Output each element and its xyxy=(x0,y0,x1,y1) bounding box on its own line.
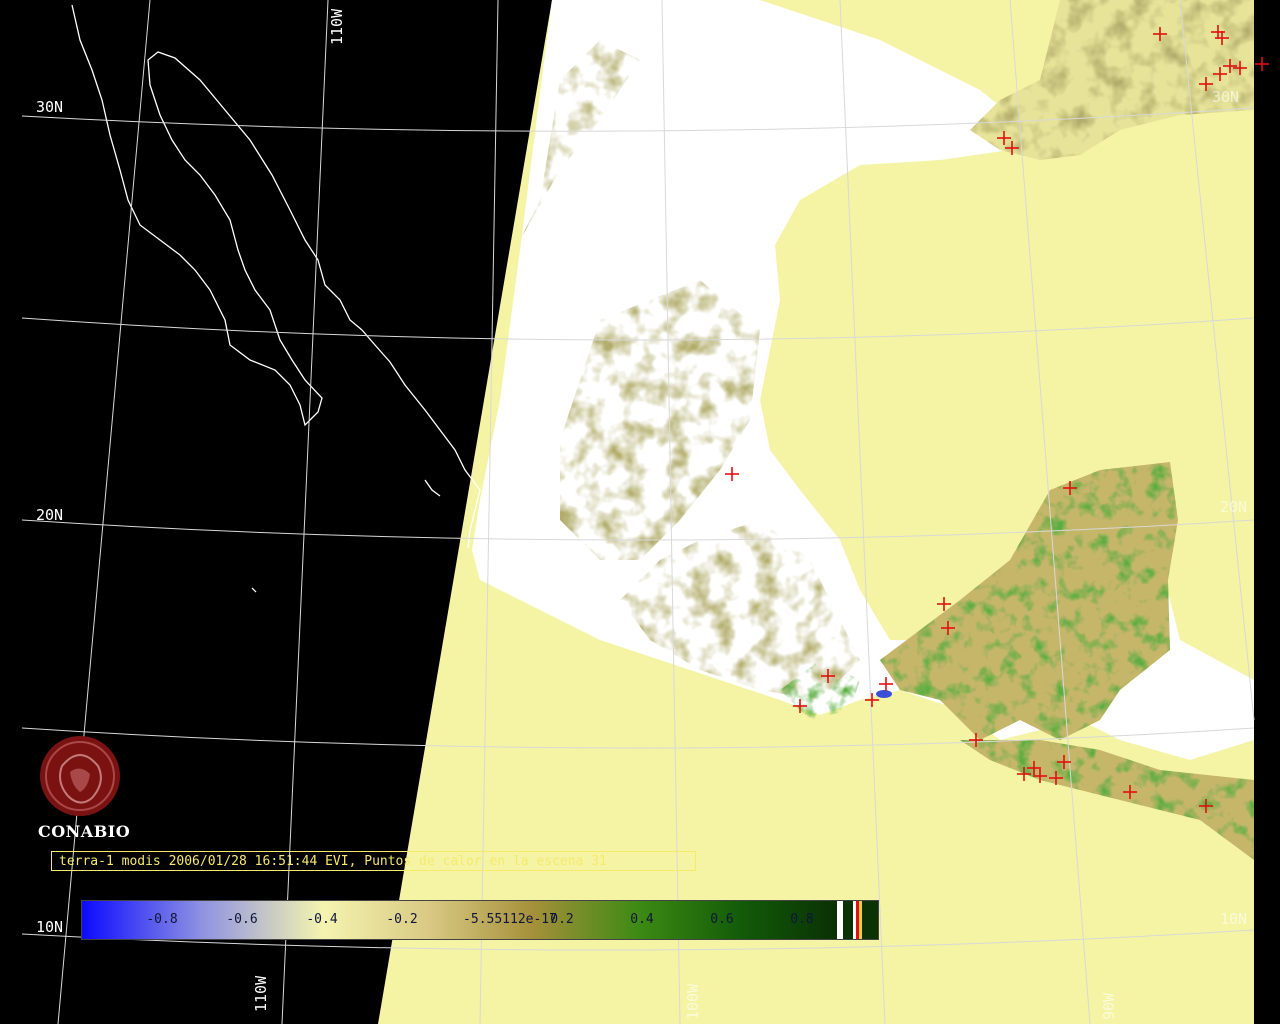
lat-label-20n-right: 20N xyxy=(1220,498,1247,516)
lon-label-90w-bottom: 90W xyxy=(1100,992,1118,1020)
colorbar-tick: 0.4 xyxy=(630,912,654,927)
conabio-logo-icon xyxy=(40,736,120,816)
logo-name: CONABIO xyxy=(38,822,131,841)
colorbar-tick: 0.2 xyxy=(550,912,574,927)
lon-label-100w-bottom: 100W xyxy=(684,983,702,1020)
colorbar-tick: -0.6 xyxy=(226,912,258,927)
lat-label-30n-left: 30N xyxy=(36,98,63,116)
map-viewer: 30N 20N 10N 30N 20N 10N 110W 110W 100W 1… xyxy=(0,0,1280,1024)
colorbar-tick: 0.8 xyxy=(790,912,814,927)
lat-label-10n-left: 10N xyxy=(36,918,63,936)
baja-coastline xyxy=(71,4,481,593)
water-patch xyxy=(876,690,892,698)
right-edge xyxy=(1254,0,1280,1024)
colorbar-tick: -0.8 xyxy=(146,912,178,927)
lat-label-10n-right: 10N xyxy=(1220,910,1247,928)
colorbar-tick: -5.55112e-17 xyxy=(463,912,557,927)
lon-label-100w-top: 100W xyxy=(648,15,666,52)
lon-label-110w-bottom: 110W xyxy=(252,975,270,1012)
colorbar-tick: 0.6 xyxy=(710,912,734,927)
scene-caption: terra-1 modis 2006/01/28 16:51:44 EVI, P… xyxy=(51,851,696,871)
colorbar-tick: -0.2 xyxy=(386,912,418,927)
lon-label-110w-top: 110W xyxy=(328,8,346,45)
colorbar: -0.8 -0.6 -0.4 -0.2 -5.55112e-17 0.2 0.4 0.6 0.8 xyxy=(81,900,879,940)
lat-label-30n-right: 30N xyxy=(1212,88,1239,106)
lat-label-20n-left: 20N xyxy=(36,506,63,524)
colorbar-tick: -0.4 xyxy=(306,912,338,927)
